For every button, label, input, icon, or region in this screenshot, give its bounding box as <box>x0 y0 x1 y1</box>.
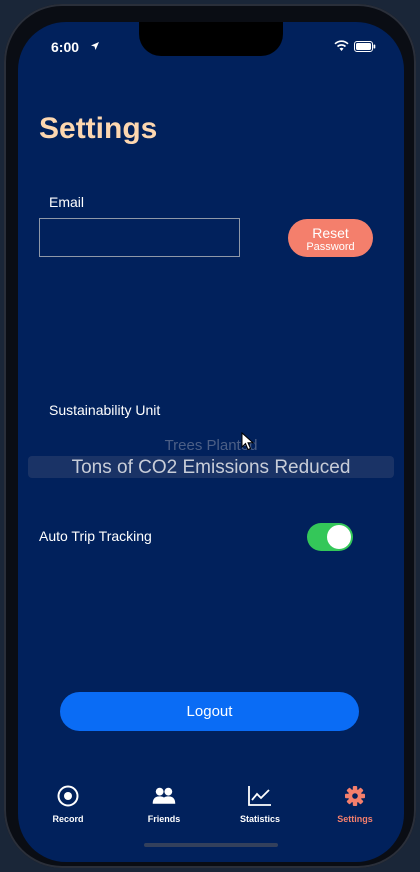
page-title: Settings <box>39 112 158 145</box>
email-input[interactable] <box>39 218 240 257</box>
reset-button-label: Reset <box>312 225 349 241</box>
tab-statistics-label: Statistics <box>239 814 281 824</box>
friends-icon <box>152 787 176 804</box>
notch <box>139 22 283 56</box>
tab-settings-label: Settings <box>337 814 373 824</box>
picker-option-co2-reduced[interactable]: Tons of CO2 Emissions Reduced <box>18 457 404 479</box>
wifi-icon <box>334 40 349 51</box>
status-time: 6:00 <box>51 39 80 55</box>
tab-friends[interactable]: Friends <box>124 784 204 824</box>
logout-button[interactable]: Logout <box>60 692 359 731</box>
tab-record-label: Record <box>52 814 84 824</box>
home-indicator <box>144 843 278 847</box>
tab-statistics[interactable]: Statistics <box>220 784 300 824</box>
auto-trip-tracking-toggle[interactable] <box>307 523 353 551</box>
auto-trip-tracking-label: Auto Trip Tracking <box>39 528 152 544</box>
statistics-icon <box>248 786 271 806</box>
tab-settings[interactable]: Settings <box>315 784 395 824</box>
record-icon <box>57 785 79 807</box>
device-frame: 6:00 Settings Email Reset Password Susta… <box>4 4 416 868</box>
reset-password-button[interactable]: Reset Password <box>288 219 373 257</box>
reset-button-sublabel: Password <box>306 241 355 253</box>
picker-option-trees-planted[interactable]: Trees Planted <box>18 437 404 454</box>
tab-friends-label: Friends <box>147 814 181 824</box>
tab-bar: Record Friends Statistics Settings <box>18 784 404 834</box>
gear-icon <box>345 786 365 806</box>
battery-icon <box>354 41 376 52</box>
sustainability-unit-label: Sustainability Unit <box>49 402 161 418</box>
email-label: Email <box>49 194 85 210</box>
tab-record[interactable]: Record <box>28 784 108 824</box>
location-arrow-icon <box>91 42 99 50</box>
toggle-knob <box>327 525 351 549</box>
app-screen: 6:00 Settings Email Reset Password Susta… <box>18 22 404 862</box>
mouse-cursor-icon <box>241 432 255 451</box>
